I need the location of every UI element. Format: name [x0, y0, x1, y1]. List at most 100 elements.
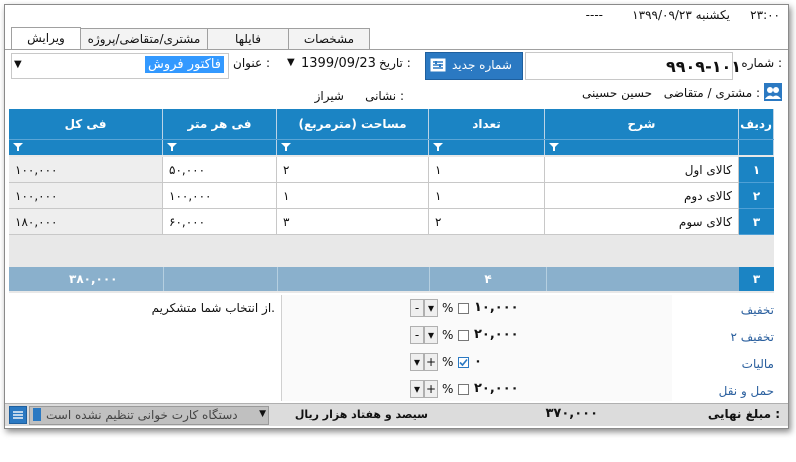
percent-checkbox[interactable] — [458, 384, 469, 395]
items-grid: ردیف شرح تعداد مساحت (مترمربع) فی هر متر… — [9, 109, 774, 293]
number-value: ۹۹۰۹-۱۰۱ — [666, 57, 741, 76]
new-number-label: شماره جدید — [452, 58, 512, 72]
number-label: شماره : — [741, 56, 782, 70]
sign-toggle[interactable]: - — [410, 299, 424, 317]
cell-total[interactable]: ۱۰۰,۰۰۰ — [9, 157, 163, 183]
date-field[interactable]: ▼ 1399/09/23 — [285, 53, 376, 77]
cell-quantity[interactable]: ۱ — [429, 157, 545, 183]
adjustment-value[interactable]: ۰ — [474, 354, 482, 369]
row-number[interactable]: ۳ — [739, 209, 774, 235]
notes-area[interactable]: از انتخاب شما متشکریم. — [9, 295, 279, 401]
grid-footer: ۳ ۴ ۳۸۰,۰۰۰ — [9, 267, 774, 291]
tab-customer-project[interactable]: مشتری/متقاضی/پروژه — [80, 28, 208, 49]
adjustment-value[interactable]: ۲۰,۰۰۰ — [474, 381, 519, 396]
filter-icon[interactable] — [433, 143, 443, 151]
date-value: 1399/09/23 — [301, 56, 376, 71]
filter-icon[interactable] — [549, 143, 559, 151]
cell-area[interactable]: ۲ — [277, 157, 429, 183]
column-header-area[interactable]: مساحت (مترمربع) — [277, 109, 429, 155]
chevron-down-icon[interactable]: ▾ — [424, 326, 438, 344]
footer-row-count: ۳ — [739, 267, 774, 291]
date-label: یکشنبه ۱۳۹۹/۰۹/۲۳ — [632, 8, 730, 22]
chevron-down-icon[interactable]: ▾ — [410, 380, 424, 398]
card-reader-status: دستگاه کارت خوانی تنظیم نشده است — [46, 408, 238, 422]
card-reader-select[interactable]: دستگاه کارت خوانی تنظیم نشده است ▼ — [29, 406, 269, 425]
sign-toggle[interactable]: - — [410, 326, 424, 344]
sign-toggle[interactable]: + — [424, 353, 438, 371]
new-number-button[interactable]: شماره جدید — [425, 52, 523, 80]
header-divider — [9, 139, 774, 140]
percent-label: % — [442, 328, 454, 342]
bottom-bar: مبلغ نهایی : ۳۷۰,۰۰۰ سیصد و هفتاد هزار ر… — [5, 403, 788, 426]
cell-unit-price[interactable]: ۶۰,۰۰۰ — [163, 209, 277, 235]
percent-checkbox[interactable] — [458, 357, 469, 368]
filter-icon[interactable] — [167, 143, 177, 151]
calculator-icon[interactable] — [9, 406, 27, 424]
adjustment-label-discount: تخفیف — [740, 303, 774, 317]
grid-header: ردیف شرح تعداد مساحت (مترمربع) فی هر متر… — [9, 109, 774, 155]
filter-icon[interactable] — [13, 143, 23, 151]
cell-area[interactable]: ۱ — [277, 183, 429, 209]
chevron-down-icon: ▼ — [287, 57, 295, 68]
footer-area-cell — [277, 267, 430, 291]
final-amount-label: مبلغ نهایی : — [707, 407, 780, 421]
cell-unit-price[interactable]: ۵۰,۰۰۰ — [163, 157, 277, 183]
tab-bar: ویرایش مشتری/متقاضی/پروژه فایلها مشخصات — [5, 25, 788, 50]
footer-total-sum: ۳۸۰,۰۰۰ — [69, 272, 118, 286]
sign-toggle[interactable]: + — [424, 380, 438, 398]
cell-quantity[interactable]: ۲ — [429, 209, 545, 235]
settings-icon — [430, 57, 446, 73]
invoice-window: ۲۳:۰۰ یکشنبه ۱۳۹۹/۰۹/۲۳ ---- ویرایش مشتر… — [4, 4, 789, 429]
time-label: ۲۳:۰۰ — [750, 8, 780, 22]
top-info-bar: ۲۳:۰۰ یکشنبه ۱۳۹۹/۰۹/۲۳ ---- — [5, 5, 788, 25]
adjustment-label-tax: مالیات — [741, 357, 774, 371]
percent-checkbox[interactable] — [458, 303, 469, 314]
final-amount-words: سیصد و هفتاد هزار ریال — [294, 408, 428, 421]
chevron-down-icon[interactable]: ▾ — [410, 353, 424, 371]
title-select[interactable]: ▼ فاکتور فروش — [11, 53, 229, 79]
percent-label: % — [442, 355, 454, 369]
date-field-label: تاریخ : — [379, 56, 411, 70]
footer-unit-cell — [163, 267, 278, 291]
row-number[interactable]: ۲ — [739, 183, 774, 209]
customer-value: حسین حسینی — [581, 86, 652, 100]
adjustment-label-discount-2: تخفیف ۲ — [730, 330, 774, 344]
percent-label: % — [442, 301, 454, 315]
cell-quantity[interactable]: ۱ — [429, 183, 545, 209]
adjustment-label-shipping: حمل و نقل — [718, 384, 774, 398]
grid-body: ۱ کالای اول ۱ ۲ ۵۰,۰۰۰ ۱۰۰,۰۰۰ ۲ کالای د… — [9, 157, 774, 235]
tab-files[interactable]: فایلها — [207, 28, 289, 49]
tab-properties[interactable]: مشخصات — [288, 28, 370, 49]
percent-label: % — [442, 382, 454, 396]
column-header-total[interactable]: فی کل — [9, 109, 163, 155]
title-value: فاکتور فروش — [145, 56, 224, 73]
chevron-down-icon: ▼ — [259, 409, 266, 419]
column-header-quantity[interactable]: تعداد — [429, 109, 545, 155]
final-amount-value: ۳۷۰,۰۰۰ — [545, 406, 598, 421]
tab-edit[interactable]: ویرایش — [11, 27, 81, 49]
customer-label: مشتری / متقاضی : — [663, 86, 760, 100]
customer-icon[interactable] — [764, 83, 782, 101]
checkmark-icon — [459, 358, 468, 367]
cell-description[interactable]: کالای سوم — [545, 209, 739, 235]
column-header-unit-price[interactable]: فی هر متر — [163, 109, 277, 155]
row-number[interactable]: ۱ — [739, 157, 774, 183]
cell-unit-price[interactable]: ۱۰۰,۰۰۰ — [163, 183, 277, 209]
adjustment-value[interactable]: ۱۰,۰۰۰ — [474, 300, 519, 315]
adjustment-value[interactable]: ۲۰,۰۰۰ — [474, 327, 519, 342]
percent-checkbox[interactable] — [458, 330, 469, 341]
chevron-down-icon[interactable]: ▾ — [424, 299, 438, 317]
cell-area[interactable]: ۳ — [277, 209, 429, 235]
column-header-row[interactable]: ردیف — [739, 109, 774, 155]
cell-description[interactable]: کالای اول — [545, 157, 739, 183]
title-label: عنوان : — [233, 56, 270, 70]
cell-total[interactable]: ۱۸۰,۰۰۰ — [9, 209, 163, 235]
notes-text: از انتخاب شما متشکریم. — [151, 301, 275, 315]
cell-total[interactable]: ۱۰۰,۰۰۰ — [9, 183, 163, 209]
column-header-description[interactable]: شرح — [545, 109, 739, 155]
cell-description[interactable]: کالای دوم — [545, 183, 739, 209]
address-value: شیراز — [314, 89, 344, 103]
number-field[interactable]: ۹۹۰۹-۱۰۱ — [525, 52, 741, 80]
filter-icon[interactable] — [281, 143, 291, 151]
chevron-down-icon: ▼ — [14, 59, 22, 70]
